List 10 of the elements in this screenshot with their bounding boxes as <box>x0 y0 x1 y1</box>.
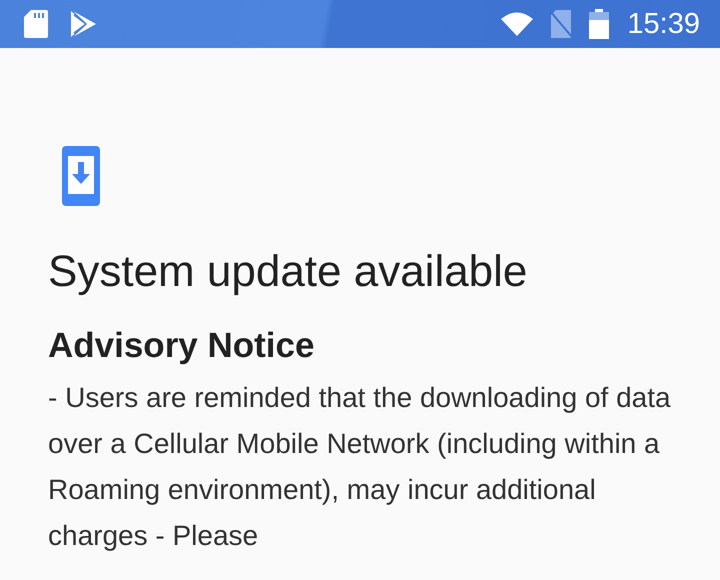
notice-heading: Advisory Notice <box>48 324 316 367</box>
sd-card-icon <box>24 10 48 38</box>
battery-icon <box>589 9 610 39</box>
notice-text: - Users are reminded that the downloading of data over a Cellular Mobile Network (including within a Roaming environment), may incur additional charges - Please <box>48 380 672 553</box>
status-time: 15:39 <box>627 8 700 40</box>
page-title: System update available <box>48 246 528 298</box>
wifi-icon <box>501 12 534 36</box>
no-sim-icon <box>549 10 574 38</box>
phone-download-icon <box>62 146 100 206</box>
play-store-icon <box>70 10 96 38</box>
